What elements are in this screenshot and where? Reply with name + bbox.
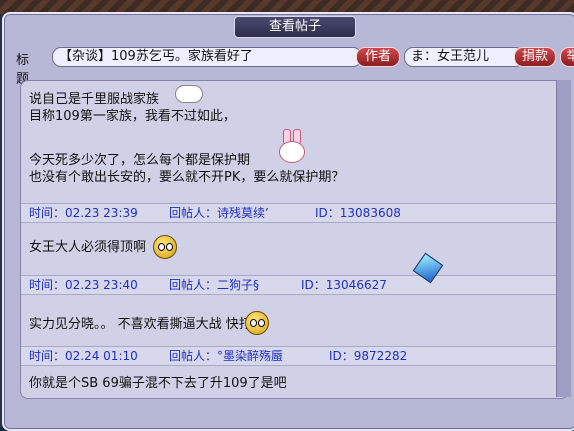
post-replier[interactable]: 回帖人：诗残莫续’ <box>169 204 269 222</box>
post-item: 女王大人必须得顶啊 <box>29 239 146 256</box>
post-line: 你就是个SB 69骗子混不下去了升109了是吧 <box>29 376 287 391</box>
bottom-toolbar <box>20 409 574 427</box>
author-button[interactable]: 作者 <box>356 47 400 67</box>
cloud-sticker-icon <box>175 85 203 103</box>
smiley-emoji-icon <box>245 311 269 335</box>
post-content-panel: 说自己是千里服战家族 目称109第一家族，我看不过如此， 今天死多少次了，怎么每… <box>20 80 569 399</box>
post-meta: 时间：02.24 01:10 回帖人：°墨染醉殇蜃 ID：9872282 <box>21 346 561 366</box>
post-id: ID：9872282 <box>329 349 408 363</box>
post-replier[interactable]: 回帖人：°墨染醉殇蜃 <box>169 347 283 365</box>
post-line: 也没有个敢出长安的，要么就不开PK，要么就保护期？ <box>29 170 345 185</box>
smiley-emoji-icon <box>153 235 177 259</box>
post-title-field: 【杂谈】109苏乞丐。家族看好了 <box>52 47 362 67</box>
post-item: 实力见分晓。。 不喜欢看撕逼大战 快打吧 <box>29 316 265 333</box>
window-title: 查看帖子 <box>234 16 356 38</box>
post-meta: 时间：02.23 23:40 回帖人：二狗子§ ID：13046627 <box>21 275 561 295</box>
author-name-field: ま：女王范儿 <box>404 47 524 67</box>
post-meta: 时间：02.23 23:39 回帖人：诗残莫续’ ID：13083608 <box>21 203 561 223</box>
post-line: 目称109第一家族，我看不过如此， <box>29 109 236 124</box>
post-line: 女王大人必须得顶啊 <box>29 240 147 255</box>
post-replier[interactable]: 回帖人：二狗子§ <box>169 276 259 294</box>
extra-button[interactable]: 举 <box>560 47 574 67</box>
post-time: 时间：02.24 01:10 <box>29 349 138 363</box>
bunny-sticker-icon <box>279 129 305 167</box>
post-id: ID：13083608 <box>315 206 401 220</box>
post-time: 时间：02.23 23:39 <box>29 206 138 220</box>
post-id: ID：13046627 <box>301 278 387 292</box>
donate-button[interactable]: 捐款 <box>514 47 556 67</box>
post-line: 实力见分晓。。 不喜欢看撕逼大战 快打吧 <box>29 317 265 332</box>
post-time: 时间：02.23 23:40 <box>29 278 138 292</box>
post-item: 你就是个SB 69骗子混不下去了升109了是吧 <box>29 375 287 392</box>
content-scrollbar[interactable] <box>556 80 571 397</box>
